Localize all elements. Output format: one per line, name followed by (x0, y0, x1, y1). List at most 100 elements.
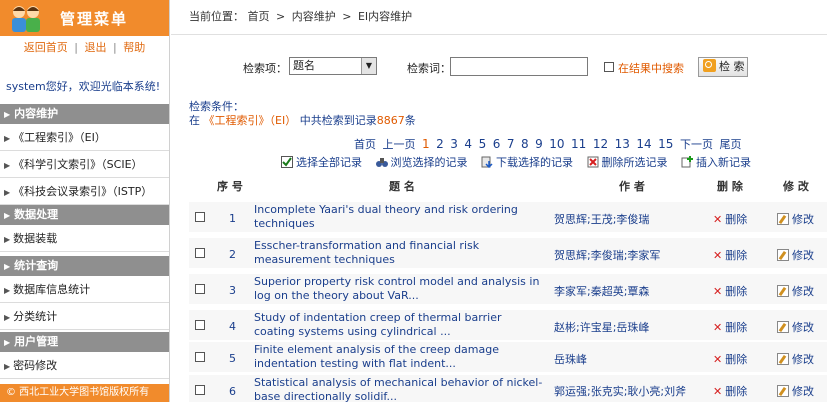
delete-label: 删除 (725, 213, 748, 226)
page-link[interactable]: 3 (450, 137, 458, 151)
breadcrumb-content-maintenance[interactable]: 内容维护 (292, 10, 336, 23)
sidebar-item-istp[interactable]: ▶ 《科技会议录索引》（ISTP） (0, 178, 169, 205)
row-delete-button[interactable]: ✕ 删除 (713, 319, 747, 335)
first-page-link[interactable]: 首页 (354, 138, 376, 151)
table-header: 序 号 题 名 作 者 删 除 修 改 (189, 172, 827, 200)
row-title-link[interactable]: Incomplete Yaari's dual theory and risk … (254, 203, 544, 231)
row-number: 6 (229, 385, 236, 398)
page-link[interactable]: 7 (507, 137, 515, 151)
row-author: 贺思辉;李俊瑞;李家军 (554, 249, 661, 262)
sidebar-item-scie[interactable]: ▶ 《科学引文索引》（SCIE） (0, 151, 169, 178)
edit-icon (777, 249, 789, 261)
download-icon (481, 156, 493, 168)
add-icon (681, 156, 693, 168)
delete-label: 删除 (725, 385, 748, 398)
breadcrumb-prefix: 当前位置： (189, 10, 244, 23)
row-delete-button[interactable]: ✕ 删除 (713, 383, 747, 399)
row-delete-button[interactable]: ✕ 删除 (713, 247, 747, 263)
triangle-right-icon: ▶ (4, 286, 11, 295)
row-edit-button[interactable]: 修改 (777, 211, 814, 227)
delete-selected-button[interactable]: 删除所选记录 (587, 154, 668, 170)
section-data-processing[interactable]: ▶ 数据处理 (0, 205, 169, 225)
conditions-middle: 中共检索到记录 (299, 114, 377, 127)
header-num: 序 号 (217, 180, 243, 193)
row-title-link[interactable]: Esscher-transformation and financial ris… (254, 239, 544, 267)
checkbox-checked-icon (281, 156, 293, 168)
sidebar-item-data-load[interactable]: ▶ 数据装载 (0, 225, 169, 252)
search-within-label[interactable]: 在结果中搜索 (618, 60, 684, 76)
close-x-icon: ✕ (713, 249, 723, 262)
page-link[interactable]: 5 (479, 137, 487, 151)
page-link[interactable]: 1 (422, 137, 430, 151)
last-page-link[interactable]: 尾页 (719, 138, 741, 151)
row-number: 2 (229, 248, 236, 261)
search-button[interactable]: 检 索 (698, 57, 748, 77)
page-link[interactable]: 13 (615, 137, 630, 151)
select-all-button[interactable]: 选择全部记录 (281, 154, 362, 170)
row-edit-button[interactable]: 修改 (777, 319, 814, 335)
row-title-link[interactable]: Study of indentation creep of thermal ba… (254, 311, 544, 339)
table-row: 6 Statistical analysis of mechanical beh… (189, 375, 827, 402)
page-link[interactable]: 2 (436, 137, 444, 151)
section-statistics[interactable]: ▶ 统计查询 (0, 256, 169, 276)
page-link[interactable]: 9 (535, 137, 543, 151)
browse-selected-button[interactable]: 浏览选择的记录 (375, 154, 468, 170)
row-checkbox[interactable] (195, 320, 205, 330)
next-page-link[interactable]: 下一页 (680, 138, 713, 151)
row-number: 5 (229, 352, 236, 365)
help-link[interactable]: 帮助 (123, 41, 145, 54)
conditions-suffix: 条 (404, 114, 416, 127)
row-title-link[interactable]: Statistical analysis of mechanical behav… (254, 376, 544, 402)
triangle-right-icon: ▶ (4, 188, 11, 197)
download-selected-button[interactable]: 下载选择的记录 (481, 154, 573, 170)
section-user-management[interactable]: ▶ 用户管理 (0, 332, 169, 352)
search-within-checkbox[interactable] (604, 62, 614, 72)
home-link[interactable]: 返回首页 (24, 41, 68, 54)
search-term-input[interactable] (450, 57, 588, 76)
breadcrumb-home[interactable]: 首页 (248, 10, 270, 23)
page-link[interactable]: 15 (658, 137, 673, 151)
modify-label: 修改 (792, 385, 814, 398)
sidebar-item-db-stats[interactable]: ▶ 数据库信息统计 (0, 276, 169, 303)
page-link[interactable]: 12 (593, 137, 608, 151)
sidebar-item-password[interactable]: ▶ 密码修改 (0, 352, 169, 379)
insert-record-button[interactable]: 插入新记录 (681, 154, 751, 170)
breadcrumb-separator: > (276, 10, 286, 23)
copyright-footer: © 西北工业大学图书馆版权所有 (0, 384, 169, 402)
field-select[interactable]: 题名 ▼ (289, 57, 377, 75)
delete-icon (587, 156, 598, 168)
sidebar-item-label: 数据装载 (13, 232, 58, 245)
sidebar-item-ei[interactable]: ▶ 《工程索引》（EI） (0, 124, 169, 151)
sidebar-item-label: 《科技会议录索引》（ISTP） (13, 185, 153, 198)
row-checkbox[interactable] (195, 385, 205, 395)
delete-label: 删除 (725, 321, 748, 334)
logout-link[interactable]: 退出 (85, 41, 107, 54)
prev-page-link[interactable]: 上一页 (383, 138, 416, 151)
row-checkbox[interactable] (195, 248, 205, 258)
page-link[interactable]: 8 (521, 137, 529, 151)
row-edit-button[interactable]: 修改 (777, 383, 814, 399)
chevron-down-icon[interactable]: ▼ (361, 58, 376, 74)
page-link[interactable]: 10 (549, 137, 564, 151)
row-checkbox[interactable] (195, 212, 205, 222)
triangle-right-icon: ▶ (4, 110, 11, 119)
sidebar: 管理菜单 返回首页 | 退出 | 帮助 system您好，欢迎光临本系统! ▶ 内… (0, 0, 170, 402)
page-link[interactable]: 6 (493, 137, 501, 151)
page-link[interactable]: 4 (464, 137, 472, 151)
breadcrumb-current: EI内容维护 (357, 10, 413, 23)
row-edit-button[interactable]: 修改 (777, 247, 814, 263)
row-title-link[interactable]: Finite element analysis of the creep dam… (254, 343, 544, 371)
row-edit-button[interactable]: 修改 (777, 351, 814, 367)
sidebar-item-class-stats[interactable]: ▶ 分类统计 (0, 303, 169, 330)
row-delete-button[interactable]: ✕ 删除 (713, 211, 747, 227)
section-content-maintenance[interactable]: ▶ 内容维护 (0, 104, 169, 124)
page-link[interactable]: 11 (571, 137, 586, 151)
row-delete-button[interactable]: ✕ 删除 (713, 283, 747, 299)
row-delete-button[interactable]: ✕ 删除 (713, 351, 747, 367)
page-link[interactable]: 14 (636, 137, 651, 151)
row-checkbox[interactable] (195, 352, 205, 362)
row-checkbox[interactable] (195, 284, 205, 294)
field-label: 检索项： (243, 62, 287, 75)
row-title-link[interactable]: Superior property risk control model and… (254, 275, 544, 303)
row-edit-button[interactable]: 修改 (777, 283, 814, 299)
